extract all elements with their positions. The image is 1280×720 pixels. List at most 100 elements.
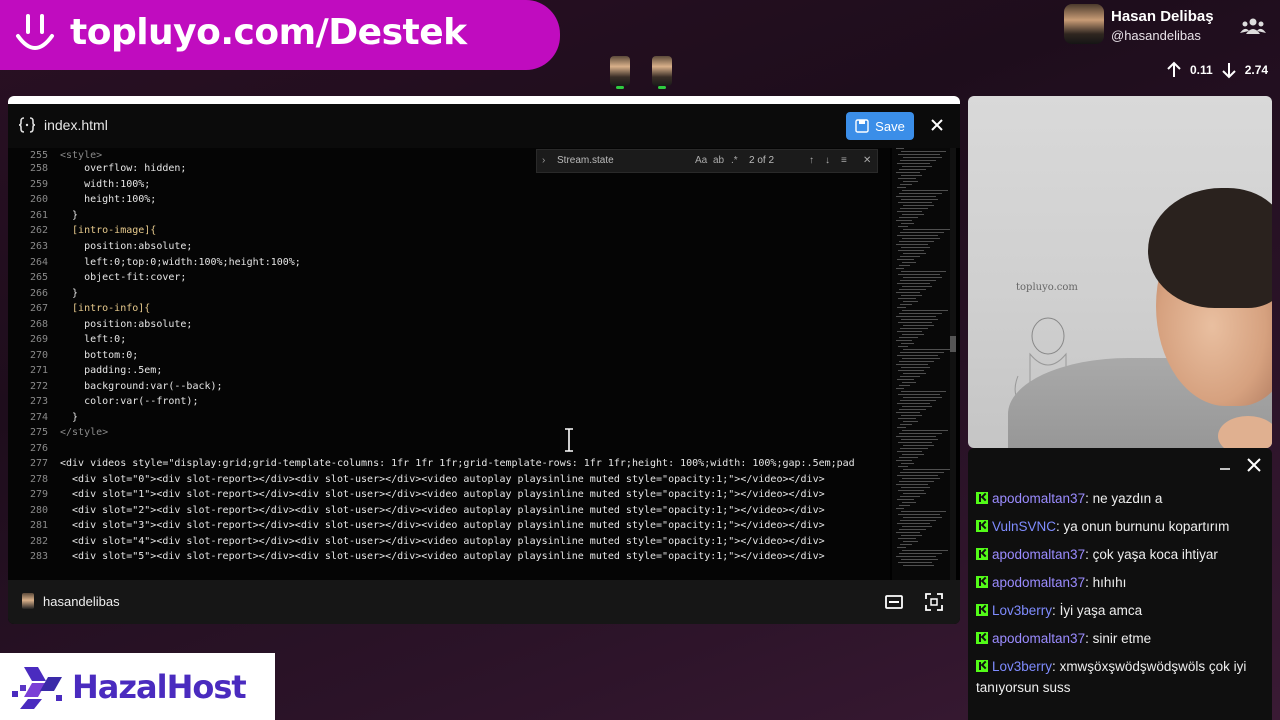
close-icon[interactable] xyxy=(926,114,948,136)
stream-username[interactable]: hasandelibas xyxy=(43,594,120,609)
code-text: } xyxy=(60,412,79,423)
close-icon[interactable]: ✕ xyxy=(863,155,871,166)
kick-badge-icon xyxy=(976,492,988,504)
code-line[interactable]: 280 <div slot="2"><div slot-report></div… xyxy=(8,503,825,519)
line-number: 275 xyxy=(29,427,48,438)
line-number: 281 xyxy=(29,520,48,531)
find-input[interactable]: Stream.state xyxy=(557,155,614,166)
minimap-line xyxy=(899,529,926,530)
match-case-icon[interactable]: Aa xyxy=(695,155,707,166)
minimap-line xyxy=(900,184,912,185)
chat-header xyxy=(968,448,1272,482)
code-line[interactable]: 276 xyxy=(8,441,60,457)
save-button[interactable]: Save xyxy=(846,112,914,140)
minimap-line xyxy=(896,244,928,245)
chevron-right-icon[interactable]: › xyxy=(542,155,545,166)
chat-message[interactable]: apodomaltan37: sinir etme xyxy=(976,628,1266,649)
code-line[interactable]: 283 <div slot="5"><div slot-report></div… xyxy=(8,549,825,565)
whole-word-icon[interactable]: ab xyxy=(713,155,724,166)
code-line[interactable]: 278 <div slot="0"><div slot-report></div… xyxy=(8,472,825,488)
code-line[interactable]: 275 </style> xyxy=(8,425,108,441)
minimap-line xyxy=(898,562,932,563)
chat-username[interactable]: apodomaltan37 xyxy=(992,547,1085,562)
code-line[interactable]: 260 height:100%; xyxy=(8,192,156,208)
chat-username[interactable]: apodomaltan37 xyxy=(992,575,1085,590)
minimap-line xyxy=(898,490,924,491)
avatar[interactable] xyxy=(1064,4,1104,44)
bandwidth-stats: 0.11 2.74 xyxy=(1164,60,1268,80)
code-line[interactable]: 262 [intro-image]{ xyxy=(8,223,156,239)
regex-icon[interactable]: .* xyxy=(731,155,738,166)
code-line[interactable]: 261 } xyxy=(8,208,78,224)
code-line[interactable]: 272 background:var(--back); xyxy=(8,379,223,395)
viewer-avatar[interactable] xyxy=(610,56,630,89)
code-line[interactable]: 279 <div slot="1"><div slot-report></div… xyxy=(8,487,825,503)
code-text: <div videos style="display:grid;grid-tem… xyxy=(60,458,855,469)
code-line[interactable]: 267 [intro-info]{ xyxy=(8,301,150,317)
code-line[interactable]: 263 position:absolute; xyxy=(8,239,193,255)
chat-username[interactable]: apodomaltan37 xyxy=(992,631,1085,646)
minimap-line xyxy=(899,409,926,410)
line-number: 260 xyxy=(29,194,48,205)
minimap-line xyxy=(901,559,938,560)
code-line[interactable]: 258 overflow: hidden; xyxy=(8,161,187,177)
code-line[interactable]: 269 left:0; xyxy=(8,332,126,348)
banner-text: topluyo.com/Destek xyxy=(70,12,467,53)
minimap-line xyxy=(898,466,908,467)
chat-text: sinir etme xyxy=(1092,631,1152,646)
theater-mode-icon[interactable] xyxy=(884,592,904,612)
code-line[interactable]: 274 } xyxy=(8,410,78,426)
webcam-feed: topluyo.com xyxy=(968,96,1272,448)
viewer-avatar[interactable] xyxy=(652,56,672,89)
line-number: 265 xyxy=(29,272,48,283)
close-icon[interactable] xyxy=(1246,457,1262,473)
code-area[interactable]: 255 <style> 258 overflow: hidden; 259 width… xyxy=(8,148,890,580)
code-line[interactable]: 271 padding:.5em; xyxy=(8,363,162,379)
minimap-line xyxy=(900,328,928,329)
code-line[interactable]: 270 bottom:0; xyxy=(8,348,138,364)
minimap-line xyxy=(899,265,910,266)
chat-username[interactable]: Lov3berry xyxy=(992,659,1052,674)
minimap-line xyxy=(897,331,922,332)
code-line[interactable]: 266 } xyxy=(8,286,78,302)
chat-username[interactable]: Lov3berry xyxy=(992,603,1052,618)
minimize-icon[interactable] xyxy=(1218,457,1232,471)
chat-text: ne yazdın a xyxy=(1092,491,1163,506)
people-icon[interactable] xyxy=(1240,16,1266,36)
code-line[interactable]: 277 <div videos style="display:grid;grid-… xyxy=(8,456,855,472)
minimap-line xyxy=(901,295,922,296)
minimap-line xyxy=(902,406,932,407)
chat-message[interactable]: apodomaltan37: ne yazdın a xyxy=(976,488,1266,509)
code-line[interactable]: 281 <div slot="3"><div slot-report></div… xyxy=(8,518,825,534)
minimap-line xyxy=(901,463,914,464)
chat-username[interactable]: VulnSVNC xyxy=(992,519,1056,534)
line-number: 276 xyxy=(29,443,48,454)
code-line[interactable]: 273 color:var(--front); xyxy=(8,394,199,410)
chat-message[interactable]: VulnSVNC: ya onun burnunu kopartırım xyxy=(976,516,1266,537)
chat-message[interactable]: apodomaltan37: çok yaşa koca ihtiyar xyxy=(976,544,1266,565)
minimap-line xyxy=(901,319,938,320)
selection-icon[interactable]: ≡ xyxy=(841,155,847,166)
code-line[interactable]: 268 position:absolute; xyxy=(8,317,193,333)
minimap-line xyxy=(897,187,906,188)
arrow-down-icon[interactable]: ↓ xyxy=(825,155,830,166)
chat-message[interactable]: apodomaltan37: hıhıhı xyxy=(976,572,1266,593)
minimap[interactable] xyxy=(892,148,950,580)
fullscreen-icon[interactable] xyxy=(924,592,944,612)
chat-message[interactable]: Lov3berry: xmwşöxşwödşwödşwöls çok iyi t… xyxy=(976,656,1266,698)
line-number: 268 xyxy=(29,319,48,330)
scrollbar[interactable] xyxy=(950,148,956,580)
minimap-line xyxy=(900,400,936,401)
line-number: 261 xyxy=(29,210,48,221)
chat-colon: : xyxy=(1085,575,1093,590)
code-line[interactable]: 265 object-fit:cover; xyxy=(8,270,187,286)
chat-message[interactable]: Lov3berry: İyi yaşa amca xyxy=(976,600,1266,621)
chat-username[interactable]: apodomaltan37 xyxy=(992,491,1085,506)
code-line[interactable]: 264 left:0;top:0;width:100%;height:100%; xyxy=(8,255,301,271)
code-line[interactable]: 282 <div slot="4"><div slot-report></div… xyxy=(8,534,825,550)
minimap-line xyxy=(902,190,948,191)
scrollbar-thumb[interactable] xyxy=(950,336,956,352)
arrow-up-icon[interactable]: ↑ xyxy=(809,155,814,166)
code-line[interactable]: 259 width:100%; xyxy=(8,177,150,193)
find-widget[interactable]: › Stream.state Aa ab .* 2 of 2 ↑ ↓ ≡ ✕ xyxy=(536,149,878,173)
